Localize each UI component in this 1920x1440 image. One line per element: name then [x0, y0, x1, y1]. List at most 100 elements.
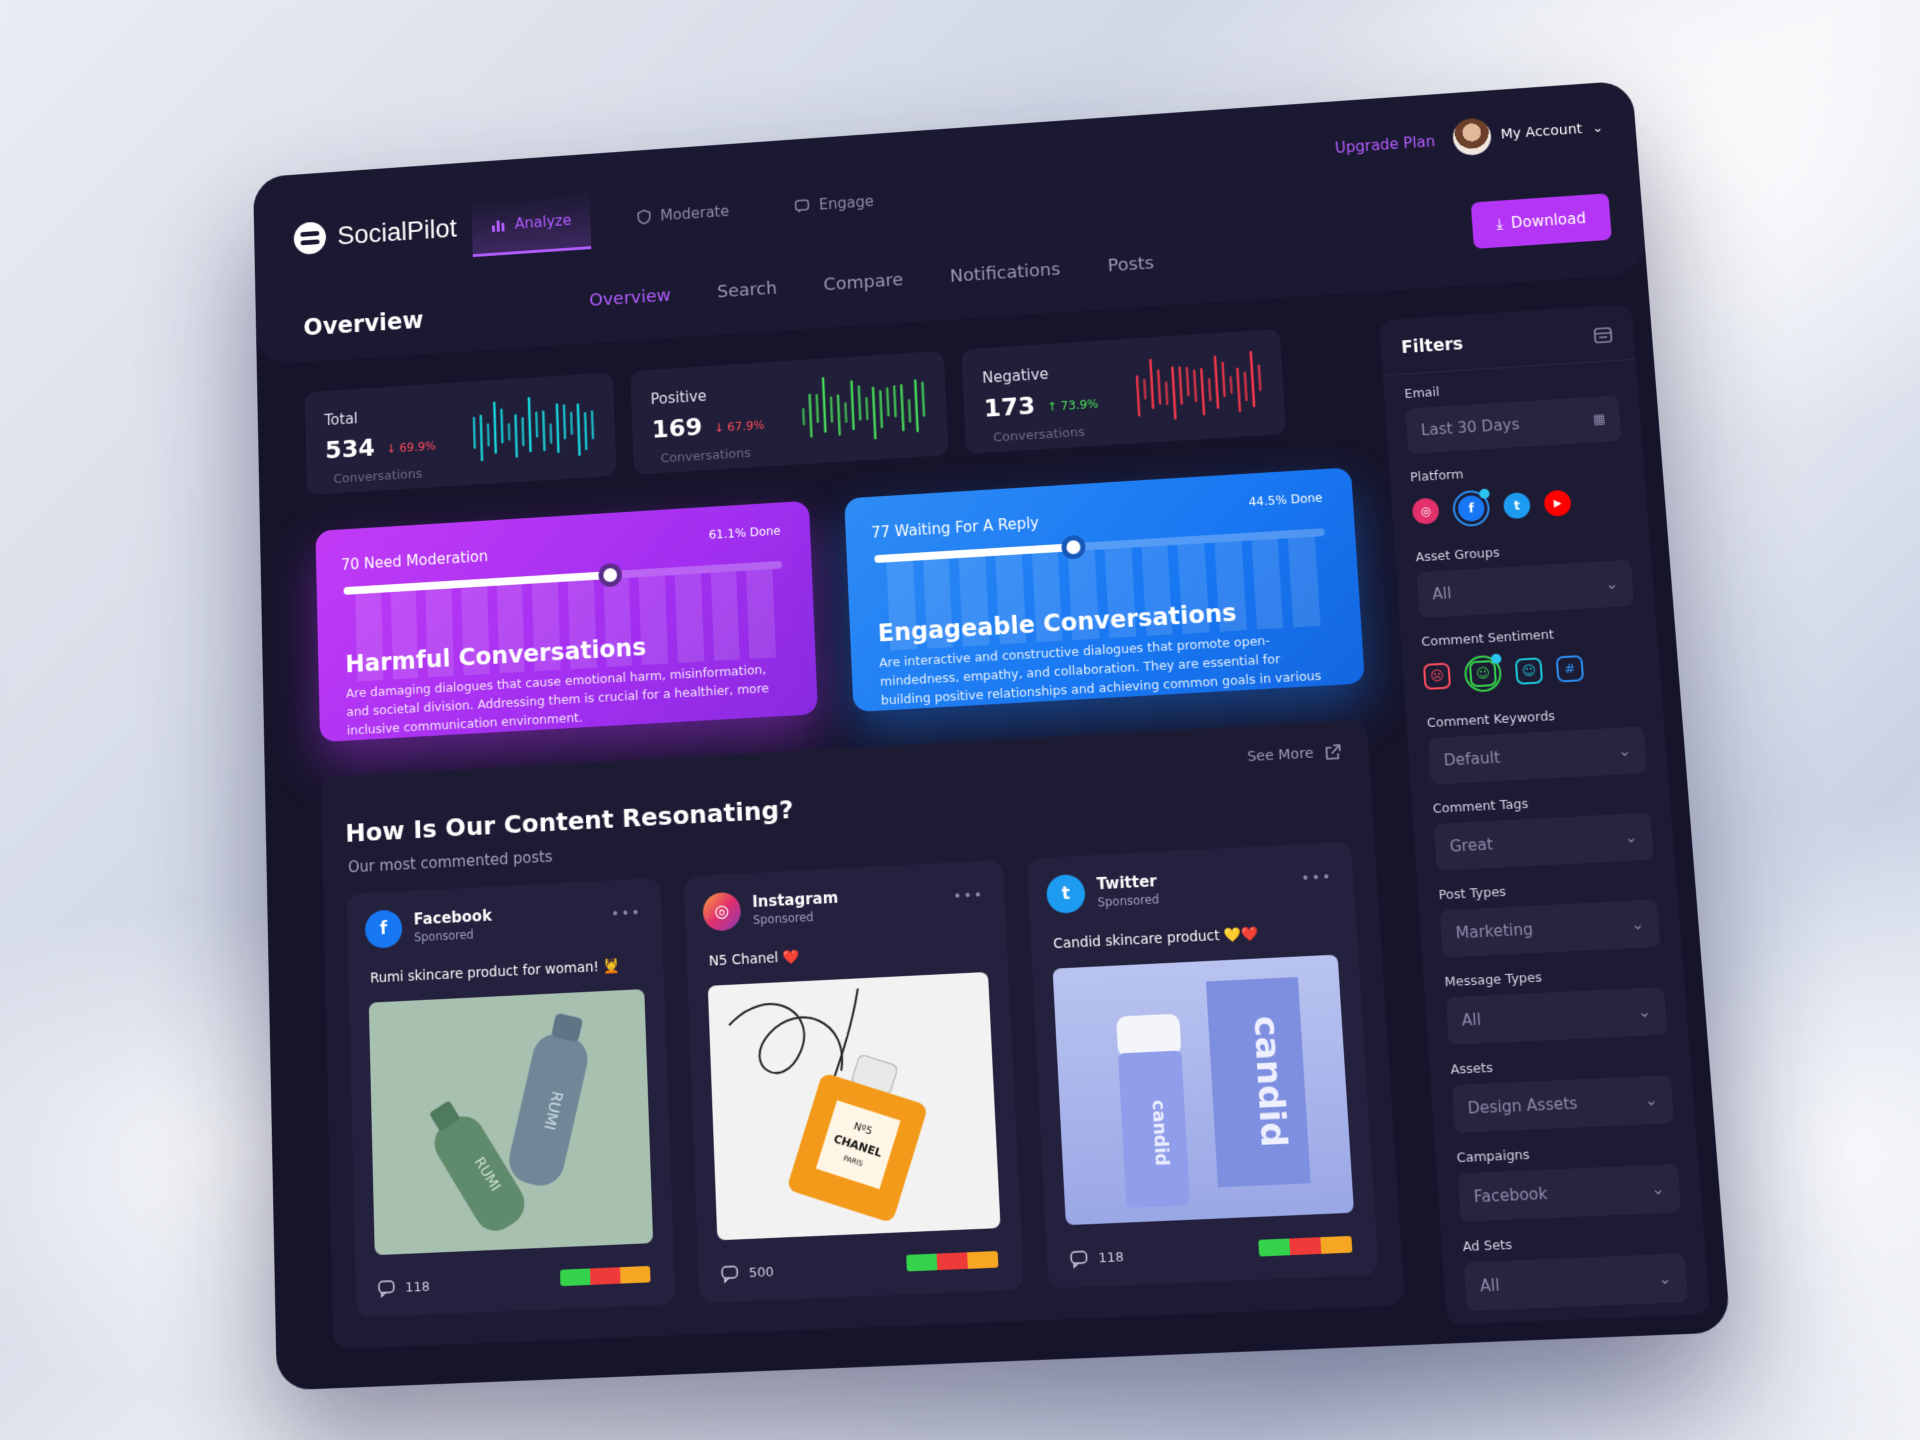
comment-count-value: 118 — [1097, 1249, 1125, 1266]
instagram-icon[interactable]: ◎ — [1411, 497, 1440, 525]
account-menu[interactable]: My Account ⌄ — [1451, 109, 1604, 157]
spark-bar — [583, 412, 588, 451]
chevron-down-icon: ⌄ — [1630, 914, 1645, 934]
post-types-select[interactable]: Marketing ⌄ — [1439, 899, 1661, 958]
spark-bar — [590, 410, 595, 440]
stat-card-positive[interactable]: Positive 169 ↓ 67.9% Conversations — [630, 350, 949, 475]
message-types-select[interactable]: All ⌄ — [1445, 986, 1668, 1045]
sentiment-bar — [1258, 1235, 1353, 1257]
filter-assets: Assets Design Assets ⌄ — [1429, 1038, 1696, 1138]
spark-bar — [1135, 375, 1141, 417]
spark-bar — [850, 380, 855, 431]
moderation-done-label: 61.1% Done — [708, 523, 781, 542]
candid-products-illustration: candid candid — [1116, 977, 1311, 1209]
hashtag-icon[interactable]: # — [1555, 654, 1585, 683]
happy-face-icon: ☺ — [1468, 659, 1498, 688]
download-button[interactable]: ⤓ Download — [1470, 193, 1612, 249]
asset-groups-select[interactable]: All ⌄ — [1416, 559, 1635, 619]
save-filter-icon[interactable] — [1592, 325, 1614, 346]
spark-bar — [844, 402, 848, 423]
post-card-instagram[interactable]: ◎ Instagram Sponsored ••• N5 Chanel ❤️ N… — [683, 859, 1025, 1304]
spark-bar — [1149, 358, 1155, 409]
filter-campaigns: Campaigns Facebook ⌄ — [1434, 1126, 1702, 1226]
twitter-icon: t — [1045, 873, 1087, 915]
engageable-conversations-card[interactable]: 77 Waiting For A Reply 44.5% Done Engage… — [844, 467, 1366, 713]
tab-engage[interactable]: Engage — [774, 170, 894, 236]
sad-face-icon[interactable]: ☹ — [1422, 662, 1452, 691]
spark-bar — [500, 408, 504, 444]
spark-bar — [1143, 378, 1147, 400]
tab-moderate[interactable]: Moderate — [616, 181, 749, 248]
tab-analyze[interactable]: Analyze — [471, 191, 592, 258]
spark-bar — [1249, 350, 1256, 408]
candid-bottle-label: candid — [1148, 1100, 1172, 1167]
post-card-facebook[interactable]: f Facebook Sponsored ••• Rumi skincare p… — [346, 877, 676, 1318]
check-icon — [1490, 653, 1502, 665]
subtab-compare[interactable]: Compare — [823, 270, 903, 295]
harmful-conversations-card[interactable]: 70 Need Moderation 61.1% Done Harmful Co… — [315, 500, 818, 743]
sub-tabs: Overview Search Compare Notifications Po… — [589, 253, 1155, 311]
sparkline — [1135, 350, 1262, 420]
post-header: t Twitter Sponsored — [1045, 870, 1160, 915]
twitter-glyph: t — [1513, 498, 1521, 513]
campaigns-select[interactable]: Facebook ⌄ — [1457, 1163, 1682, 1222]
spark-bar — [857, 385, 862, 421]
facebook-filter-selected[interactable]: f — [1451, 488, 1491, 528]
sentiment-negative — [1289, 1237, 1322, 1256]
more-options-icon[interactable]: ••• — [953, 887, 985, 905]
see-more-link[interactable]: See More — [1247, 743, 1343, 766]
more-options-icon[interactable]: ••• — [611, 905, 642, 923]
sentiment-negative — [589, 1267, 621, 1285]
spark-bar — [1192, 369, 1198, 403]
twitter-icon[interactable]: t — [1502, 492, 1532, 520]
filter-label: Campaigns — [1456, 1146, 1531, 1166]
facebook-glyph: f — [1468, 501, 1475, 516]
app-logo[interactable]: SocialPilot — [293, 212, 458, 256]
assets-select[interactable]: Design Assets ⌄ — [1451, 1075, 1675, 1134]
spark-bar — [479, 414, 484, 462]
stat-sublabel: Conversations — [660, 446, 752, 467]
spark-bar — [892, 385, 897, 418]
chart-icon — [491, 220, 505, 233]
dashboard-window: SocialPilot Analyze Moderate Engage Upgr… — [253, 80, 1731, 1391]
spark-bar — [1236, 367, 1242, 413]
tab-engage-label: Engage — [818, 192, 875, 213]
spark-bar — [527, 396, 532, 453]
subtab-notifications[interactable]: Notifications — [949, 259, 1060, 286]
post-card-twitter[interactable]: t Twitter Sponsored ••• Candid skincare … — [1026, 841, 1379, 1289]
spark-bar — [569, 411, 574, 435]
chat-icon — [794, 197, 810, 213]
facebook-icon: f — [364, 909, 403, 949]
stat-card-total[interactable]: Total 534 ↓ 69.9% Conversations — [304, 372, 617, 496]
subtab-posts[interactable]: Posts — [1107, 253, 1155, 276]
subtab-overview[interactable]: Overview — [589, 285, 671, 310]
stat-sublabel: Conversations — [992, 425, 1086, 446]
keywords-select[interactable]: Default ⌄ — [1427, 726, 1648, 785]
positive-filter-selected[interactable]: ☺ — [1463, 653, 1503, 693]
filter-ad-sets: Ad Sets All ⌄ — [1440, 1216, 1709, 1317]
spark-bar — [921, 381, 926, 417]
more-options-icon[interactable]: ••• — [1301, 869, 1333, 887]
moderation-progress-label: 70 Need Moderation — [340, 547, 489, 574]
app-name: SocialPilot — [336, 213, 458, 250]
filter-value: All — [1431, 584, 1452, 604]
tags-select[interactable]: Great ⌄ — [1433, 812, 1654, 871]
email-date-field[interactable]: Last 30 Days ▦ — [1405, 395, 1622, 454]
spark-bar — [1178, 366, 1184, 405]
spark-bar — [1229, 375, 1233, 394]
tab-analyze-label: Analyze — [514, 211, 572, 233]
sentiment-positive — [1258, 1238, 1291, 1257]
sentiment-bar — [906, 1250, 999, 1272]
spark-bar — [576, 403, 581, 457]
comment-icon — [1069, 1249, 1088, 1269]
ad-sets-select[interactable]: All ⌄ — [1463, 1253, 1689, 1312]
spark-bar — [1221, 361, 1226, 398]
neutral-face-icon[interactable]: ☺ — [1514, 657, 1544, 685]
upgrade-plan-link[interactable]: Upgrade Plan — [1334, 133, 1435, 157]
stat-card-negative[interactable]: Negative 173 ↑ 73.9% Conversations — [961, 328, 1287, 454]
subtab-search[interactable]: Search — [717, 278, 778, 302]
comment-count: 118 — [1069, 1248, 1124, 1269]
spark-bar — [514, 414, 519, 458]
chevron-down-icon: ⌄ — [1657, 1268, 1673, 1289]
youtube-icon[interactable]: ▶ — [1543, 489, 1572, 517]
